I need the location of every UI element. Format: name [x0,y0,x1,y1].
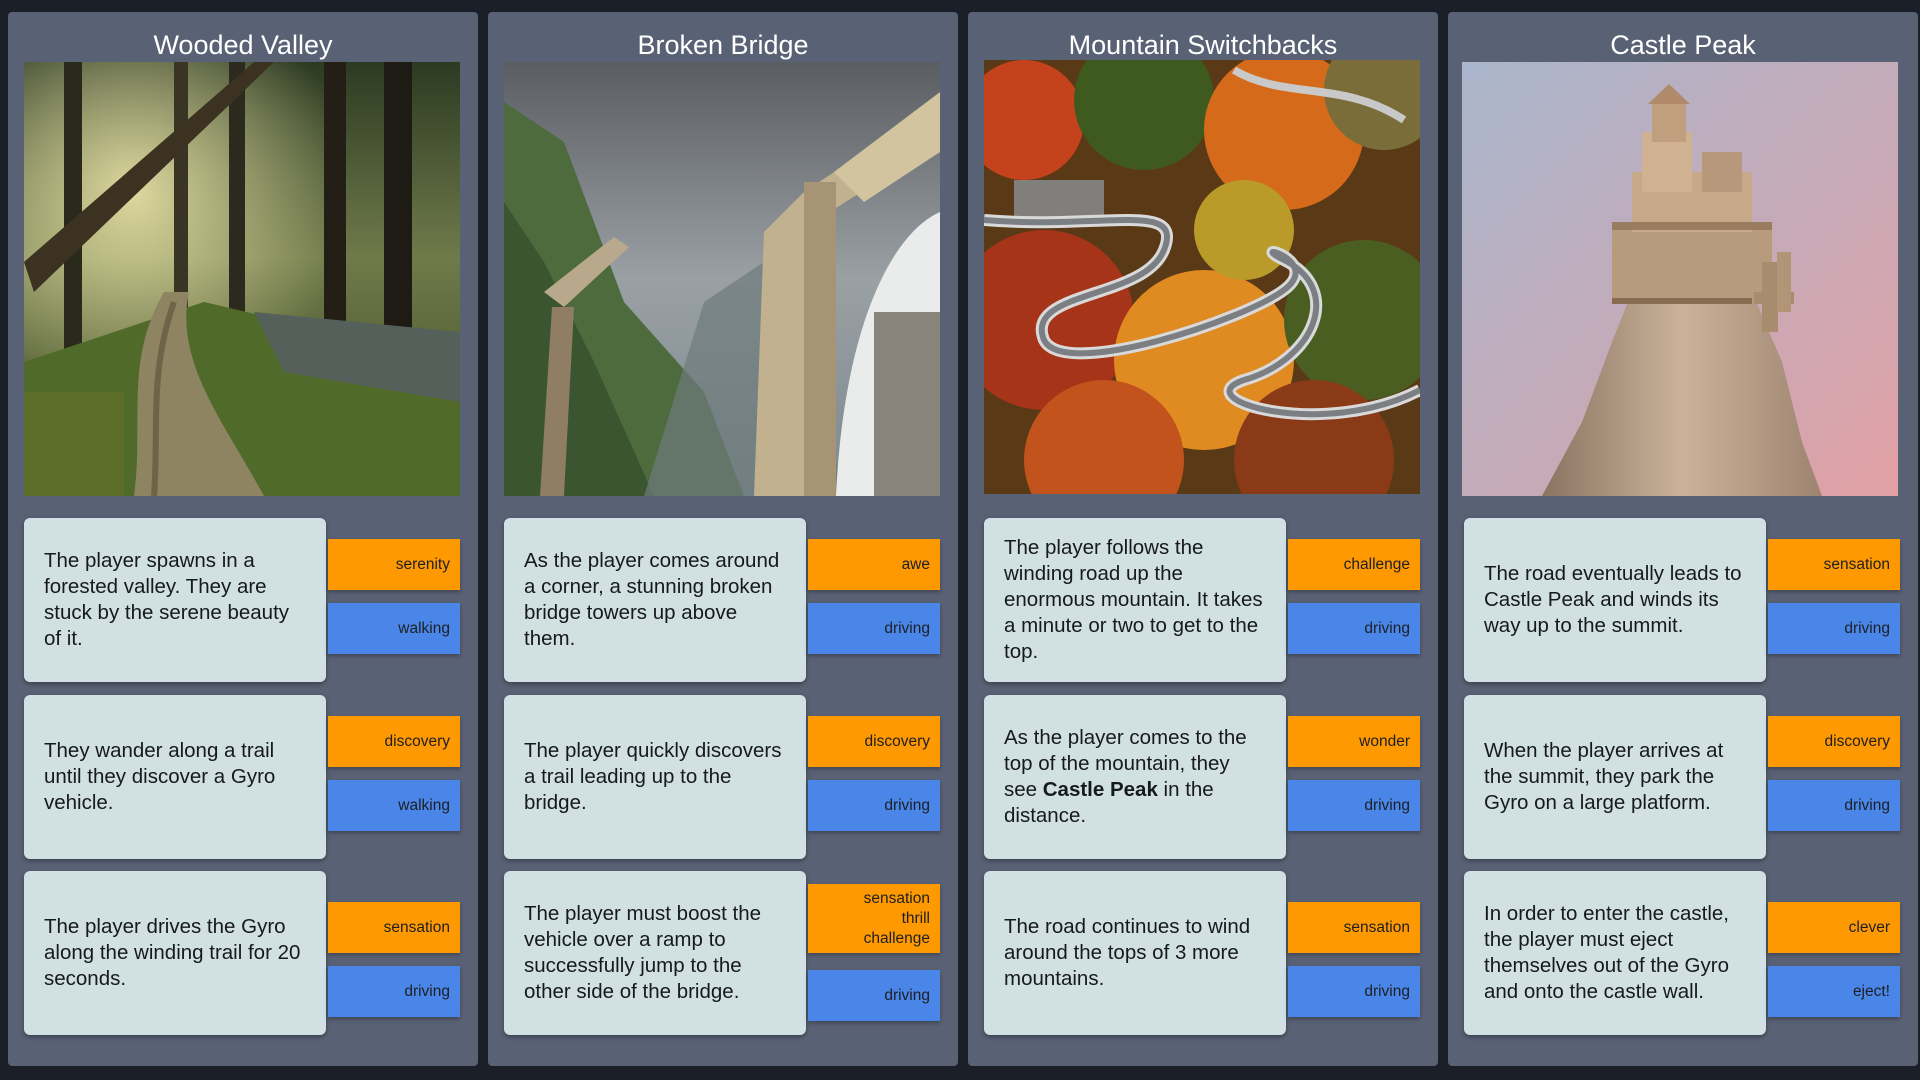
step-card: The player follows the winding road up t… [984,518,1286,682]
emotion-tag: thrill [901,909,930,927]
column-castle-peak: Castle Peak The road eventually leads to… [1448,12,1918,1066]
emotion-tag: sensation [863,889,930,907]
emotion-tag: discovery [1768,716,1900,767]
step-text: When the player arrives at the summit, t… [1484,739,1724,814]
step-text: In order to enter the castle, the player… [1484,902,1729,1003]
step-card: The player must boost the vehicle over a… [504,871,806,1035]
emotion-tag: sensation [328,902,460,953]
mountain-switchbacks-image [984,60,1420,494]
step-card: The player quickly discovers a trail lea… [504,695,806,859]
column-title: Broken Bridge [637,30,809,60]
emotion-tag: sensation [1768,539,1900,590]
emotion-tag: challenge [863,929,930,947]
step-card: They wander along a trail until they dis… [24,695,326,859]
step-card: As the player comes to the top of the mo… [984,695,1286,859]
step-text: As the player comes around a corner, a s… [524,549,780,650]
step-card: The road continues to wind around the to… [984,871,1286,1035]
broken-bridge-image [504,62,940,496]
step-text: The player quickly discovers a trail lea… [524,739,782,814]
step-text: They wander along a trail until they dis… [44,739,276,814]
emotion-tag: challenge [1288,539,1420,590]
emotion-tag: discovery [808,716,940,767]
emotion-tag: serenity [328,539,460,590]
action-tag: driving [1768,603,1900,654]
forest-trail-image [24,62,460,496]
column-title: Wooded Valley [153,30,333,60]
column-wooded-valley: Wooded Valley The player spawns in a for… [8,12,478,1066]
step-card: When the player arrives at the summit, t… [1464,695,1766,859]
column-title: Mountain Switchbacks [1068,30,1338,60]
storyboard: Wooded Valley The player spawns in a for… [0,0,1920,1080]
action-tag: driving [808,603,940,654]
column-broken-bridge: Broken Bridge As the player comes around… [488,12,958,1066]
action-tag: driving [1768,780,1900,831]
emotion-tag: clever [1768,902,1900,953]
step-text: The player spawns in a forested valley. … [44,549,290,650]
action-tag: driving [1288,603,1420,654]
step-card: The road eventually leads to Castle Peak… [1464,518,1766,682]
emotion-tag: awe [808,539,940,590]
action-tag: driving [1288,780,1420,831]
step-text: The player follows the winding road up t… [1004,536,1263,663]
step-text: The road continues to wind around the to… [1004,915,1251,990]
action-tag: driving [328,966,460,1017]
action-tag: walking [328,603,460,654]
emotion-tag: sensation [1288,902,1420,953]
step-card: As the player comes around a corner, a s… [504,518,806,682]
column-mountain-switchbacks: Mountain Switchbacks The player follows … [968,12,1438,1066]
step-card: In order to enter the castle, the player… [1464,871,1766,1035]
action-tag: eject! [1768,966,1900,1017]
step-card: The player spawns in a forested valley. … [24,518,326,682]
castle-peak-image [1462,62,1898,496]
step-text: As the player comes to the top of the mo… [1004,726,1247,827]
action-tag: driving [1288,966,1420,1017]
action-tag: driving [808,970,940,1021]
castle-peak-highlight: Castle Peak [1042,778,1158,801]
step-text: The player must boost the vehicle over a… [524,902,762,1003]
column-title: Castle Peak [1610,30,1756,60]
emotion-tag: wonder [1288,716,1420,767]
action-tag: walking [328,780,460,831]
emotion-tag: discovery [328,716,460,767]
step-card: The player drives the Gyro along the win… [24,871,326,1035]
action-tag: driving [808,780,940,831]
step-text: The player drives the Gyro along the win… [44,915,301,990]
emotion-tag-group: sensation thrill challenge [808,884,940,953]
step-text: The road eventually leads to Castle Peak… [1484,562,1742,637]
